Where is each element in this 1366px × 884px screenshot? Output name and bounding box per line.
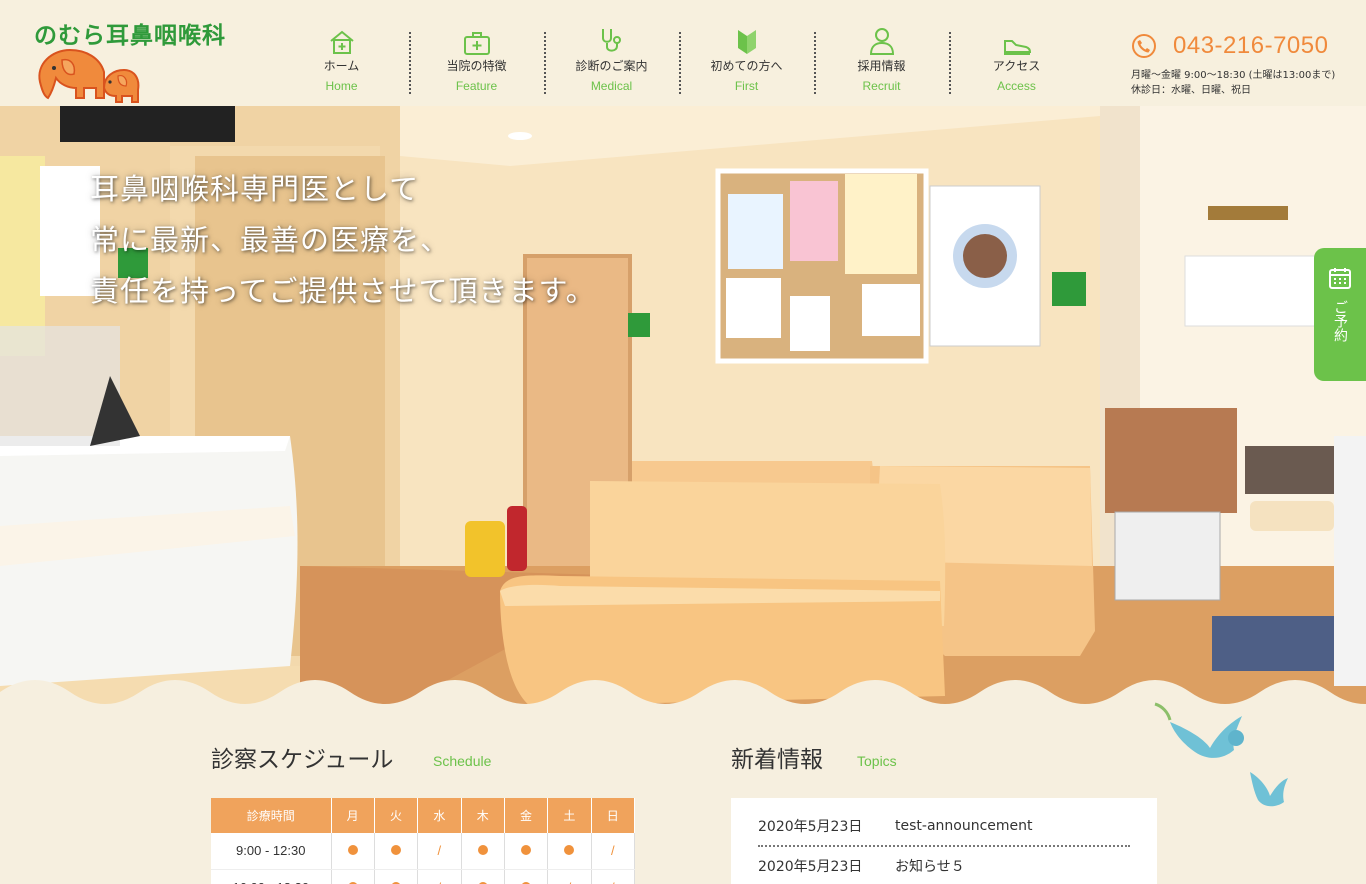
hero-message: 耳鼻咽喉科専門医として 常に最新、最善の医療を、 責任を持ってご提供させて頂きま… — [90, 164, 596, 317]
schedule-cell: / — [547, 869, 592, 884]
closed-slash: / — [437, 843, 442, 859]
calendar-icon — [1329, 268, 1351, 289]
phone-number: 043-216-7050 — [1173, 32, 1329, 59]
nav-label-en: Home — [325, 79, 358, 93]
schedule-cell: / — [591, 833, 636, 870]
closed-days-text: 休診日：水曜、日曜、祝日 — [1131, 85, 1251, 96]
opening-hours: 月曜〜金曜 9:00〜18:30 (土曜は13:00まで) 休診日：水曜、日曜、… — [1131, 68, 1341, 98]
schedule-header-cell: 日 — [591, 798, 636, 833]
nav-label-jp: 当院の特徴 — [446, 59, 507, 73]
hero-photo: 耳鼻咽喉科専門医として 常に最新、最善の医療を、 責任を持ってご提供させて頂きま… — [0, 106, 1366, 706]
schedule-body: 9:00 - 12:30 / / 16:00 - 18:30 / / / — [211, 833, 636, 884]
closed-slash: / — [610, 843, 615, 859]
contact-info: 043-216-7050 月曜〜金曜 9:00〜18:30 (土曜は13:00ま… — [1131, 32, 1341, 98]
schedule-cell — [461, 833, 505, 870]
topic-item[interactable]: 2020年5月23日 test-announcement — [758, 807, 1130, 847]
schedule-header-row: 診療時間 月 火 水 木 金 土 日 — [211, 798, 636, 833]
hours-text: 月曜〜金曜 9:00〜18:30 (土曜は13:00まで) — [1131, 70, 1336, 81]
schedule-cell — [504, 833, 549, 870]
schedule-cell: / — [417, 869, 462, 884]
shoe-icon — [949, 26, 1084, 56]
schedule-header-cell: 診療時間 — [211, 798, 332, 833]
nav-label-jp: ホーム — [323, 59, 360, 73]
hero-line: 常に最新、最善の医療を、 — [90, 223, 451, 257]
site-header: のむら耳鼻咽喉科 ホーム Home 当院の特徴 Feature 診断のご案内 M… — [0, 0, 1366, 106]
schedule-row: 16:00 - 18:30 / / / — [211, 869, 636, 884]
schedule-header-cell: 水 — [417, 798, 462, 833]
stethoscope-icon — [544, 26, 679, 56]
schedule-header-cell: 木 — [461, 798, 505, 833]
schedule-table: 診療時間 月 火 水 木 金 土 日 9:00 - 12:30//16:00 -… — [211, 798, 636, 884]
open-dot-icon — [521, 845, 532, 856]
hero-line: 責任を持ってご提供させて頂きます。 — [90, 274, 596, 308]
topic-title: test-announcement — [895, 818, 1033, 834]
phone-icon — [1132, 34, 1156, 58]
schedule-header-cell: 土 — [547, 798, 592, 833]
hero-line: 耳鼻咽喉科専門医として — [90, 172, 420, 206]
schedule-cell — [374, 833, 419, 870]
nav-label-jp: 採用情報 — [857, 59, 906, 73]
nav-item-feature[interactable]: 当院の特徴 Feature — [409, 26, 544, 96]
bird-illustration-icon — [1154, 702, 1288, 807]
nav-item-first[interactable]: 初めての方へ First — [679, 26, 814, 96]
main-nav: ホーム Home 当院の特徴 Feature 診断のご案内 Medical 初め… — [274, 26, 1084, 96]
nav-label-en: Medical — [590, 79, 633, 93]
topics-subtitle: Topics — [857, 753, 897, 769]
beginner-mark-icon — [679, 26, 814, 56]
schedule-time: 16:00 - 18:30 — [211, 869, 332, 884]
nav-label-jp: 初めての方へ — [710, 59, 783, 73]
schedule-header-cell: 月 — [331, 798, 375, 833]
reservation-button[interactable]: ご予約 — [1314, 248, 1366, 381]
schedule-cell — [461, 869, 505, 884]
open-dot-icon — [564, 845, 575, 856]
topics-list: 2020年5月23日 test-announcement 2020年5月23日 … — [731, 798, 1157, 884]
nav-label-en: Access — [997, 79, 1036, 93]
closed-slash: / — [438, 880, 442, 884]
schedule-title: 診察スケジュール — [211, 747, 394, 773]
nav-item-recruit[interactable]: 採用情報 Recruit — [814, 26, 949, 96]
nav-label-jp: 診断のご案内 — [575, 59, 648, 73]
nav-item-access[interactable]: アクセス Access — [949, 26, 1084, 96]
nav-label-en: First — [734, 79, 759, 93]
topic-item[interactable]: 2020年5月23日 お知らせ５ — [758, 846, 1130, 884]
medical-kit-icon — [409, 26, 544, 56]
topic-date: 2020年5月23日 — [758, 819, 863, 835]
topic-title: お知らせ５ — [895, 859, 965, 875]
reservation-label: ご予約 — [1332, 300, 1348, 342]
schedule-cell — [374, 869, 419, 884]
topic-date: 2020年5月23日 — [758, 859, 863, 875]
nav-label-jp: アクセス — [992, 59, 1041, 73]
schedule-cell: / — [591, 869, 636, 884]
open-dot-icon — [347, 845, 358, 856]
nav-item-home[interactable]: ホーム Home — [274, 26, 409, 96]
schedule-subtitle: Schedule — [433, 753, 492, 769]
schedule-header-cell: 火 — [374, 798, 419, 833]
nav-label-en: Feature — [455, 79, 498, 93]
nav-item-medical[interactable]: 診断のご案内 Medical — [544, 26, 679, 96]
schedule-header-cell: 金 — [504, 798, 549, 833]
schedule-cell — [331, 869, 375, 884]
site-logo[interactable]: のむら耳鼻咽喉科 — [34, 14, 254, 104]
open-dot-icon — [477, 845, 488, 856]
closed-slash: / — [611, 880, 615, 884]
open-dot-icon — [391, 845, 402, 856]
schedule-cell — [504, 869, 549, 884]
schedule-time: 9:00 - 12:30 — [211, 833, 332, 870]
topics-title: 新着情報 — [731, 747, 823, 773]
schedule-row: 9:00 - 12:30 / / — [211, 833, 636, 870]
schedule-cell — [547, 833, 592, 870]
elephant-logo-icon — [38, 48, 140, 103]
schedule-cell: / — [417, 833, 462, 870]
nav-label-en: Recruit — [862, 79, 901, 93]
person-icon — [814, 26, 949, 56]
schedule-cell — [331, 833, 375, 870]
closed-slash: / — [568, 880, 572, 884]
clinic-icon — [274, 26, 409, 56]
phone-link[interactable]: 043-216-7050 — [1131, 32, 1341, 60]
